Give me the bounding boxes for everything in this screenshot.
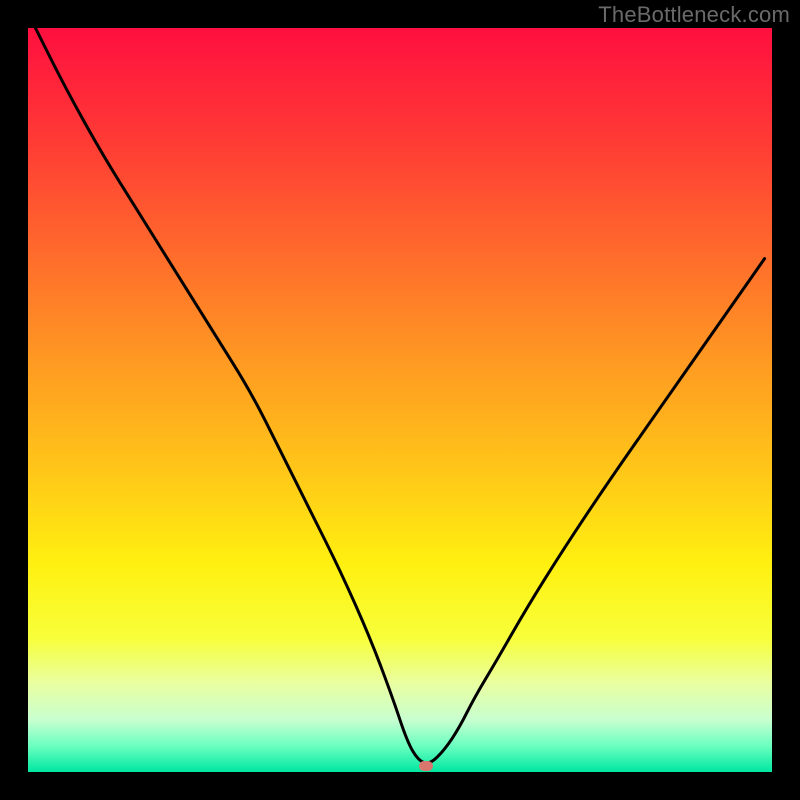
watermark-text: TheBottleneck.com: [598, 2, 790, 28]
optimum-marker: [419, 761, 433, 771]
plot-area: [28, 28, 772, 772]
chart-frame: TheBottleneck.com: [0, 0, 800, 800]
bottleneck-curve: [35, 28, 764, 763]
curve-layer: [28, 28, 772, 772]
